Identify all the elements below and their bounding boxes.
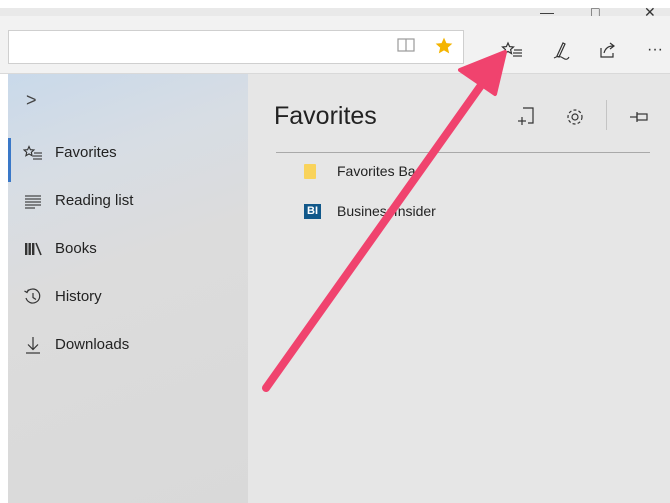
sidebar-item-reading-list[interactable]: Reading list — [8, 184, 248, 220]
sidebar-item-label: Downloads — [55, 336, 130, 353]
sidebar-item-label: Books — [55, 240, 97, 257]
panel-title: Favorites — [274, 102, 377, 130]
gear-icon[interactable] — [562, 104, 588, 130]
address-bar[interactable] — [8, 30, 464, 64]
sidebar-item-favorites[interactable]: Favorites — [8, 136, 248, 182]
folder-icon — [304, 164, 316, 179]
favorites-icon — [22, 142, 44, 164]
favorite-item-label: Favorites Ba — [337, 163, 416, 179]
reading-view-icon[interactable] — [397, 36, 415, 58]
history-icon — [22, 286, 44, 308]
download-icon — [22, 334, 44, 356]
expand-chevron-icon[interactable]: > — [26, 90, 37, 111]
favorites-hub-icon[interactable] — [500, 38, 524, 62]
sidebar-item-history[interactable]: History — [8, 280, 248, 316]
toolbar-divider — [606, 100, 607, 130]
favorite-item-label: BusinessInsider — [337, 203, 436, 219]
share-icon[interactable] — [596, 38, 620, 62]
more-options-button[interactable]: ··· — [643, 38, 667, 62]
sidebar-item-downloads[interactable]: Downloads — [8, 328, 248, 364]
add-favorite-icon[interactable] — [514, 104, 540, 130]
pen-icon[interactable] — [549, 38, 573, 62]
favorite-star-icon[interactable] — [434, 36, 454, 61]
sidebar-item-books[interactable]: Books — [8, 232, 248, 268]
pin-icon[interactable] — [626, 104, 652, 130]
favorites-panel: Favorites Favorites Ba BI BusinessInside… — [248, 74, 670, 503]
sidebar-item-label: History — [55, 288, 102, 305]
bi-icon: BI — [304, 204, 321, 219]
panel-divider — [276, 152, 650, 153]
reading-list-icon — [22, 190, 44, 212]
list-item[interactable]: BI BusinessInsider — [304, 200, 504, 224]
list-item[interactable]: Favorites Ba — [304, 160, 484, 184]
sidebar-item-label: Reading list — [55, 192, 134, 209]
books-icon — [22, 238, 44, 260]
sidebar-item-label: Favorites — [55, 144, 117, 161]
browser-toolbar: ··· — [0, 16, 670, 74]
title-bar: — □ ✕ — [0, 0, 670, 20]
hub-sidebar: > Favorites Reading list Books History D… — [8, 74, 248, 503]
